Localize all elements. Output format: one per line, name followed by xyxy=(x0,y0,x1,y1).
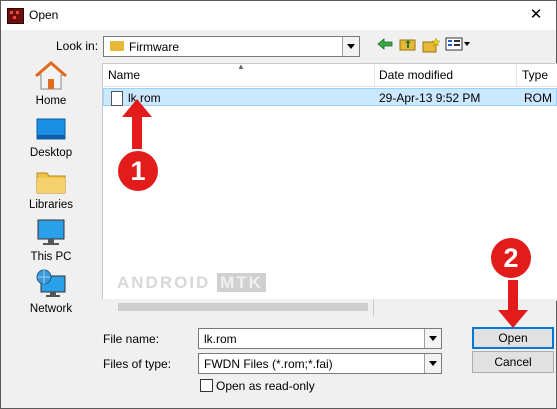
app-icon xyxy=(7,8,24,24)
look-in-value: Firmware xyxy=(129,40,179,54)
column-header-type[interactable]: Type xyxy=(517,64,548,86)
look-in-label: Look in: xyxy=(56,39,99,53)
folder-icon xyxy=(110,41,124,51)
table-row[interactable]: lk.rom 29-Apr-13 9:52 PM ROM xyxy=(103,88,557,106)
column-header-name[interactable]: Name xyxy=(103,64,140,86)
place-label: Home xyxy=(35,95,67,107)
column-header-row: ▲ Name Date modified Type xyxy=(103,64,557,87)
horizontal-scrollbar[interactable] xyxy=(102,299,556,316)
home-icon xyxy=(35,61,67,91)
date-modified-cell: 29-Apr-13 9:52 PM xyxy=(379,91,481,105)
places-bar: Home Desktop Libraries This PC Network xyxy=(11,61,91,327)
place-desktop[interactable]: Desktop xyxy=(11,113,91,165)
chevron-down-icon[interactable] xyxy=(342,37,359,56)
file-name-field[interactable]: lk.rom xyxy=(198,328,442,349)
place-label: Libraries xyxy=(28,199,74,211)
file-name-label: File name: xyxy=(103,332,160,346)
watermark: ANDROID MTK xyxy=(117,273,266,293)
scrollbar-thumb[interactable] xyxy=(118,303,368,311)
files-of-type-value: FWDN Files (*.rom;*.fai) xyxy=(204,357,333,371)
type-cell: ROM xyxy=(524,91,552,105)
network-icon xyxy=(35,269,67,299)
folder-up-icon[interactable] xyxy=(398,37,418,55)
place-this-pc[interactable]: This PC xyxy=(11,217,91,269)
annotation-arrow-down xyxy=(498,280,528,328)
computer-icon xyxy=(35,217,67,247)
open-button[interactable]: Open xyxy=(472,327,554,349)
place-label: Desktop xyxy=(29,147,73,159)
place-libraries[interactable]: Libraries xyxy=(11,165,91,217)
read-only-label: Open as read-only xyxy=(216,379,315,393)
window-title: Open xyxy=(29,8,59,22)
libraries-icon xyxy=(35,165,67,195)
chevron-down-icon[interactable] xyxy=(424,354,441,373)
read-only-checkbox[interactable] xyxy=(200,379,213,392)
annotation-arrow-up xyxy=(122,99,152,149)
title-bar: Open ✕ xyxy=(1,1,556,30)
arrow-left-icon[interactable] xyxy=(375,37,395,55)
place-home[interactable]: Home xyxy=(11,61,91,113)
file-name-value: lk.rom xyxy=(204,332,237,346)
open-dialog: Open ✕ Look in: Firmware Home Desktop Li… xyxy=(0,0,557,409)
new-folder-icon[interactable] xyxy=(421,37,441,55)
watermark-text: ANDROID xyxy=(117,273,211,292)
files-of-type-select[interactable]: FWDN Files (*.rom;*.fai) xyxy=(198,353,442,374)
place-network[interactable]: Network xyxy=(11,269,91,321)
divider xyxy=(373,299,374,316)
desktop-icon xyxy=(35,113,67,143)
sort-ascending-icon: ▲ xyxy=(237,63,245,71)
step-1-badge: 1 xyxy=(118,151,158,191)
files-of-type-label: Files of type: xyxy=(103,357,172,371)
look-in-combo[interactable]: Firmware xyxy=(103,36,360,57)
close-icon[interactable]: ✕ xyxy=(524,4,548,26)
place-label: This PC xyxy=(30,251,72,263)
column-header-date[interactable]: Date modified xyxy=(374,64,453,86)
chevron-down-icon[interactable] xyxy=(424,329,441,348)
cancel-button[interactable]: Cancel xyxy=(472,351,554,373)
step-2-badge: 2 xyxy=(491,238,531,278)
watermark-highlight: MTK xyxy=(217,273,266,292)
view-menu-icon[interactable] xyxy=(444,37,472,55)
place-label: Network xyxy=(29,303,73,315)
file-list[interactable]: ▲ Name Date modified Type lk.rom 29-Apr-… xyxy=(102,63,557,301)
